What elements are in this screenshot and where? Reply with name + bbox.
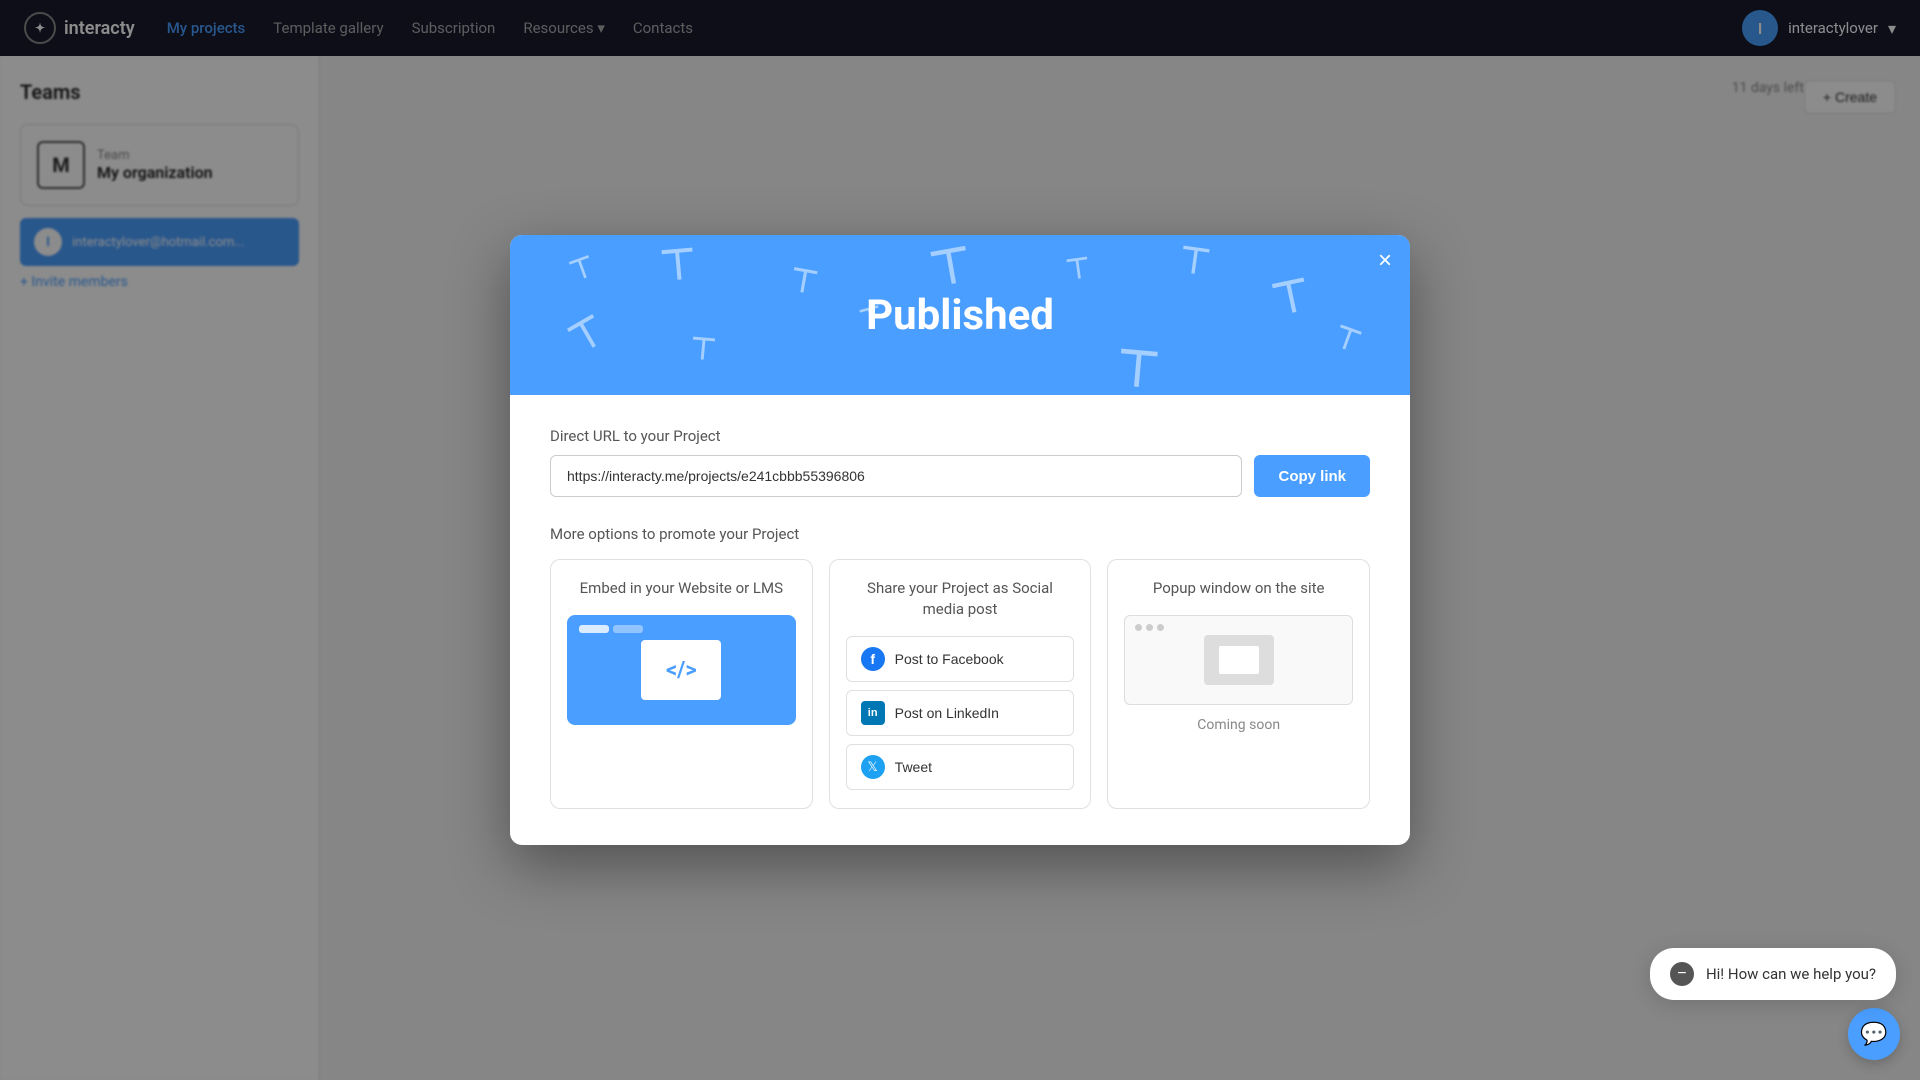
deco-t-12: ⊤ [1114,343,1162,395]
deco-t-2: ⊤ [658,243,698,288]
popup-card: Popup window on the site Coming soon [1107,559,1370,809]
deco-t-5: ⊤ [562,309,612,361]
popup-card-title: Popup window on the site [1124,578,1353,599]
modal-overlay: ⊤ ⊤ ⊤ ⊤ ⊤ ⊤ ⊤ ⊤ ⊤ ⊤ ⊤ ⊤ Published × Dire… [0,0,1920,1080]
deco-t-8: ⊤ [1176,241,1212,281]
url-row: Copy link [550,455,1370,497]
embed-tab-bar [579,625,643,633]
url-section-label: Direct URL to your Project [550,427,1370,445]
popup-dots [1135,624,1164,631]
post-to-facebook-button[interactable]: f Post to Facebook [846,636,1075,682]
embed-inner: </> [641,640,721,700]
code-icon: </> [666,658,697,683]
promote-label: More options to promote your Project [550,525,1370,543]
social-card: Share your Project as Social media post … [829,559,1092,809]
embed-card: Embed in your Website or LMS </> [550,559,813,809]
popup-dot-3 [1157,624,1164,631]
twitter-label: Tweet [895,759,932,775]
chat-bubble: − Hi! How can we help you? [1650,948,1896,1000]
popup-inner-preview [1204,635,1274,685]
promote-cards: Embed in your Website or LMS </> Share y… [550,559,1370,809]
twitter-icon: 𝕏 [861,755,885,779]
popup-inner-white [1219,646,1259,674]
post-on-linkedin-button[interactable]: in Post on LinkedIn [846,690,1075,736]
popup-dot-2 [1146,624,1153,631]
deco-t-4: ⊤ [926,240,976,295]
modal-body: Direct URL to your Project Copy link Mor… [510,395,1410,845]
deco-t-3: ⊤ [787,263,820,299]
embed-card-title: Embed in your Website or LMS [567,578,796,599]
popup-dot-1 [1135,624,1142,631]
published-modal: ⊤ ⊤ ⊤ ⊤ ⊤ ⊤ ⊤ ⊤ ⊤ ⊤ ⊤ ⊤ Published × Dire… [510,235,1410,845]
embed-tab-1 [579,625,609,633]
social-card-title: Share your Project as Social media post [846,578,1075,620]
modal-close-button[interactable]: × [1378,249,1392,273]
linkedin-icon: in [861,701,885,725]
facebook-icon: f [861,647,885,671]
modal-title: Published [866,291,1054,340]
project-url-input[interactable] [550,455,1242,497]
deco-t-11: ⊤ [1064,253,1092,284]
modal-header: ⊤ ⊤ ⊤ ⊤ ⊤ ⊤ ⊤ ⊤ ⊤ ⊤ ⊤ ⊤ Published × [510,235,1410,395]
deco-t-10: ⊤ [1330,321,1365,358]
popup-preview [1124,615,1353,705]
coming-soon-label: Coming soon [1124,717,1353,733]
embed-tab-2 [613,625,643,633]
deco-t-9: ⊤ [1268,271,1315,322]
chat-message: Hi! How can we help you? [1706,965,1876,983]
copy-link-button[interactable]: Copy link [1254,455,1370,497]
deco-t-1: ⊤ [566,252,598,287]
deco-t-6: ⊤ [689,334,718,366]
messenger-icon: 💬 [1860,1022,1887,1047]
messenger-button[interactable]: 💬 [1848,1008,1900,1060]
facebook-label: Post to Facebook [895,651,1004,667]
linkedin-label: Post on LinkedIn [895,705,999,721]
tweet-button[interactable]: 𝕏 Tweet [846,744,1075,790]
chat-close-button[interactable]: − [1670,962,1694,986]
embed-preview: </> [567,615,796,725]
